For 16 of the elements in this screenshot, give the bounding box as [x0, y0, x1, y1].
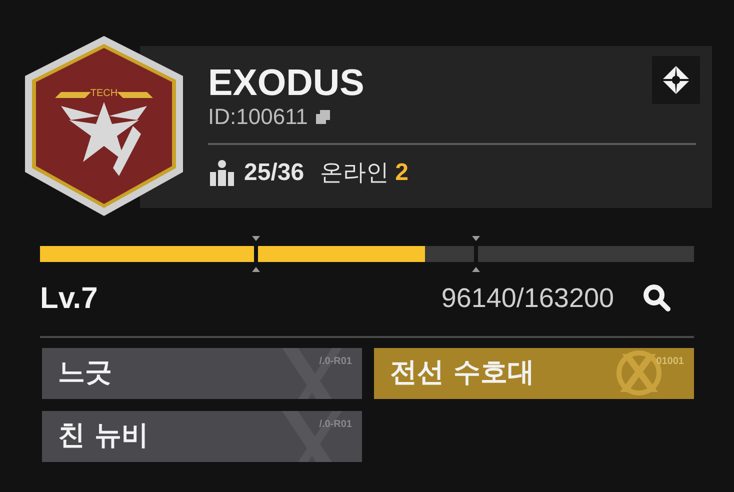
copy-icon[interactable]	[316, 110, 330, 124]
tag-label: 전선 수호대	[390, 356, 534, 390]
tag-label: 친 뉴비	[58, 419, 148, 454]
online-label: 온라인	[320, 158, 390, 188]
online-count: 2	[395, 158, 408, 188]
members-icon	[208, 160, 234, 186]
guild-name: EXODUS	[208, 61, 364, 105]
experience-count: 96140/163200	[441, 282, 614, 315]
tag-label: 느긋	[58, 356, 112, 390]
tag-code: /.0-R01	[319, 355, 352, 369]
member-count: 25/36	[244, 158, 304, 188]
guild-id: ID:100611	[208, 103, 308, 131]
settings-button[interactable]	[652, 56, 700, 104]
tag-code: 01001	[656, 355, 684, 369]
level-label: Lv.7	[40, 280, 98, 316]
tag-code: /.0-R01	[319, 418, 352, 432]
